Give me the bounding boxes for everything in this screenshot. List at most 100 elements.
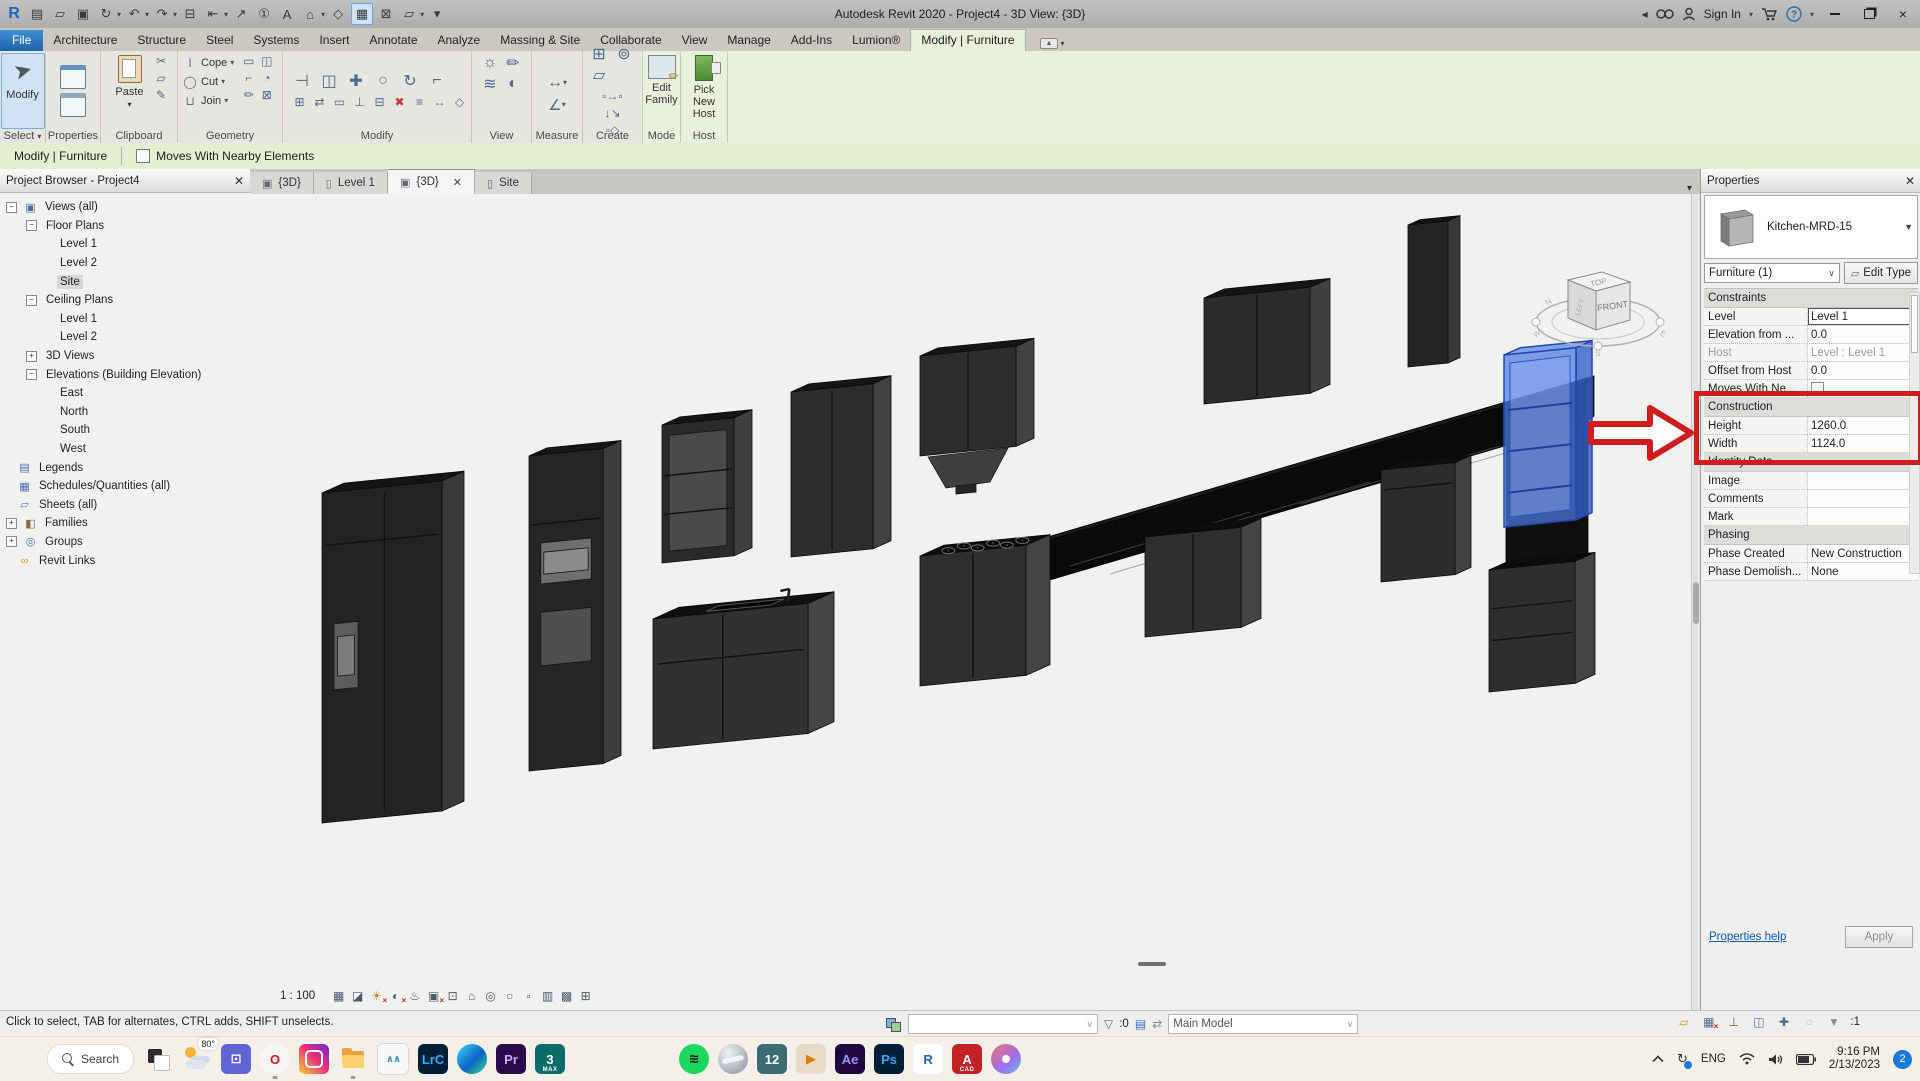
close-button[interactable]: × [1890,3,1916,25]
modify-tool-button[interactable]: ➤ Modify [1,53,45,129]
notification-badge[interactable]: 2 [1893,1050,1912,1069]
dimmed-circle-icon[interactable]: ○ [1800,1014,1817,1030]
wall-join-icon[interactable]: ◫ [318,71,340,91]
view-tab-list-icon[interactable]: ▾ [1687,183,1692,194]
switch-windows-icon-dropdown[interactable]: ▾ [420,10,424,19]
tree-expander-icon[interactable]: + [6,518,17,529]
edge-browser[interactable] [457,1044,487,1074]
split-icon[interactable]: ≡ [411,94,428,110]
customize-qat-icon[interactable]: ▾ [427,4,447,24]
task-view-button[interactable] [143,1044,173,1074]
tree-item-revit-links[interactable]: ∞Revit Links [0,551,250,570]
photoshop-app[interactable]: Ps [874,1044,904,1074]
ribbon-tab-view[interactable]: View [672,30,718,51]
redo-icon[interactable]: ↷ [152,4,172,24]
tree-item-groups[interactable]: +◎Groups [0,533,250,552]
clock[interactable]: 9:16 PM 2/13/2023 [1829,1046,1880,1072]
revit-logo[interactable]: R [4,4,24,24]
ribbon-tab-manage[interactable]: Manage [717,30,780,51]
collapse-arrow-icon[interactable]: ◂ [1642,7,1648,21]
tree-item-legends[interactable]: ▤Legends [0,458,250,477]
help-dropdown-icon[interactable]: ▾ [1810,10,1814,19]
tree-item-south[interactable]: South [0,421,250,440]
unlocked-view-icon[interactable]: ⌂ [462,988,481,1004]
property-value[interactable]: Level : Level 1 [1808,344,1918,361]
array-icon[interactable]: ⊞ [291,94,308,110]
box-arrow-icon[interactable]: ▫→▫ [604,88,621,104]
type-selector[interactable]: Kitchen-MRD-15 ▼ [1704,195,1918,259]
aligned-dimension-icon[interactable]: ↗ [231,4,251,24]
ribbon-tab-modify-furniture[interactable]: Modify | Furniture [910,29,1025,51]
rendering-dialog-icon[interactable]: ♨ [405,988,424,1004]
moves-with-nearby-checkbox[interactable] [136,149,150,163]
save-icon[interactable]: ▣ [73,4,93,24]
tree-item-elevations-building-elevation[interactable]: −Elevations (Building Elevation) [0,365,250,384]
properties-palette-icon[interactable] [60,65,86,89]
temporary-view-properties-icon[interactable]: ▥ [538,988,557,1004]
tree-item-north[interactable]: North [0,403,250,422]
language-indicator[interactable]: ENG [1701,1053,1726,1065]
tree-item-level-1[interactable]: Level 1 [0,235,250,254]
vertical-scrollbar[interactable] [1691,194,1700,1010]
unpin-icon[interactable]: ⊟ [371,94,388,110]
scale-icon[interactable]: ▭ [331,94,348,110]
hide-icon[interactable]: ≋ [479,74,501,94]
measure-angle-icon[interactable]: ∠ ▾ [549,97,566,113]
displacement-sets-icon[interactable]: ⊞ [576,988,595,1004]
undo-icon[interactable]: ↶ [124,4,144,24]
tree-item-level-1[interactable]: Level 1 [0,310,250,329]
match-type-icon[interactable]: ✎ [153,87,170,103]
paint-app[interactable] [991,1044,1021,1074]
switch-windows-icon[interactable]: ▱ [399,4,419,24]
copy-icon[interactable]: ○ [372,71,394,91]
offset-icon[interactable]: ⌐ [240,70,257,86]
restore-button[interactable] [1856,3,1882,25]
move-icon[interactable]: ✚ [345,71,367,91]
ribbon-tab-annotate[interactable]: Annotate [359,30,427,51]
lumion-app[interactable]: 12 [757,1044,787,1074]
shadows-icon[interactable]: ◐× [386,988,405,1004]
undo-icon-dropdown[interactable]: ▾ [145,10,149,19]
search-box[interactable]: Search [47,1044,134,1074]
cooktop-base-cabinet[interactable] [920,535,1050,686]
paintbrush-icon[interactable]: ✏ [502,53,524,73]
editable-only-icon[interactable]: ▽ [1104,1017,1113,1031]
default-3d-view-icon[interactable]: ⌂ [300,4,320,24]
section-icon[interactable]: ◇ [328,4,348,24]
view-tab-site[interactable]: ▯Site [475,172,532,194]
detail-level-icon[interactable]: ▦ [329,988,348,1004]
tree-item-families[interactable]: +◧Families [0,514,250,533]
sign-in-button[interactable]: Sign In [1704,7,1741,21]
sync-with-central-icon-dropdown[interactable]: ▾ [117,10,121,19]
reveal-hidden-elements-icon[interactable]: ○ [500,988,519,1004]
scale-button[interactable]: 1 : 100 [280,990,315,1002]
temporary-hide-isolate-icon[interactable]: ◎ [481,988,500,1004]
visual-style-icon[interactable]: ◪ [348,988,367,1004]
drawing-area[interactable]: FRONTTOPLEFTNESW 1 : 100 ▦◪☀×◐×♨▣×⊡⌂◎○▫▥… [250,194,1700,1010]
join-geometry-tool[interactable]: ⊔Join▾ [182,91,234,110]
weather-widget[interactable]: 80° [182,1044,212,1074]
property-value[interactable]: Level 1 [1808,308,1918,325]
opera-browser[interactable]: O [260,1044,290,1074]
copy-to-clipboard-icon[interactable]: ▱ [153,70,170,86]
demolish-icon[interactable]: ⊠ [258,87,275,103]
volume-icon[interactable] [1768,1053,1783,1066]
tree-item-ceiling-plans[interactable]: −Ceiling Plans [0,291,250,310]
tall-narrow-cabinet[interactable] [1408,216,1460,367]
arrows-icon[interactable]: ↓↘ [604,105,621,121]
onedrive-sync-icon[interactable]: ↻ [1677,1051,1688,1067]
tree-expander-icon[interactable]: − [26,295,37,306]
tree-item-floor-plans[interactable]: −Floor Plans [0,217,250,236]
tall-oven-cabinet[interactable] [529,441,621,772]
select-panel-label[interactable]: Select ▾ [0,130,45,142]
tree-expander-icon[interactable]: − [6,202,17,213]
design-options-icon[interactable]: ▤ [1135,1017,1146,1031]
measure-icon-dropdown[interactable]: ▾ [224,10,228,19]
tree-expander-icon[interactable]: + [6,536,17,547]
media-player-app[interactable]: ▶ [796,1044,826,1074]
tag-by-category-icon[interactable]: ① [254,4,274,24]
tray-chevron-icon[interactable] [1652,1055,1664,1063]
mirror-icon[interactable]: ⇄ [311,94,328,110]
view-tab-level-1[interactable]: ▯Level 1 [314,172,388,194]
search-help-icon[interactable] [1656,7,1674,21]
